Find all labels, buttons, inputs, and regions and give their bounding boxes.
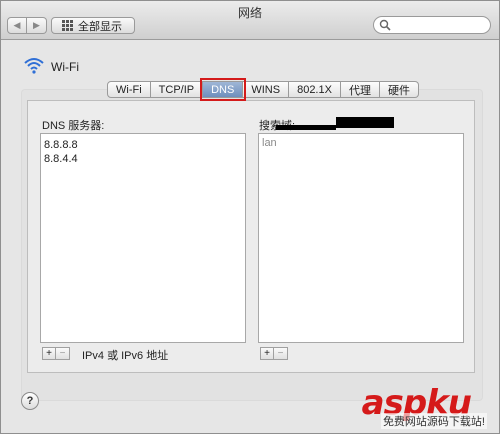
address-hint: IPv4 或 IPv6 地址: [82, 350, 169, 362]
wifi-icon: [24, 58, 44, 74]
tab-wins[interactable]: WINS: [243, 81, 290, 98]
redaction-bar: [276, 125, 336, 130]
dns-settings-panel: DNS 服务器: 8.8.8.8 8.8.4.4 + − IPv4 或 IPv6…: [27, 100, 475, 373]
chevron-left-icon: ◀: [13, 20, 21, 30]
tab-bar: Wi-Fi TCP/IP DNS WINS 802.1X 代理 硬件: [107, 78, 419, 101]
remove-dns-server-button[interactable]: −: [56, 347, 70, 360]
dns-servers-list[interactable]: 8.8.8.8 8.8.4.4: [40, 133, 246, 343]
interface-name: Wi-Fi: [51, 60, 79, 74]
show-all-button[interactable]: 全部显示: [51, 17, 135, 34]
back-button[interactable]: ◀: [7, 17, 27, 34]
tab-proxy[interactable]: 代理: [340, 81, 380, 98]
dns-server-item[interactable]: 8.8.8.8: [41, 138, 245, 152]
help-button[interactable]: ?: [21, 392, 39, 410]
search-input[interactable]: [373, 16, 491, 34]
search-domains-list[interactable]: lan: [258, 133, 464, 343]
redaction-bar: [336, 117, 394, 128]
forward-button[interactable]: ▶: [27, 17, 47, 34]
nav-buttons: ◀ ▶: [7, 17, 47, 34]
dns-servers-label: DNS 服务器:: [42, 120, 105, 132]
grid-icon: [62, 20, 73, 31]
tab-hardware[interactable]: 硬件: [379, 81, 419, 98]
add-search-domain-button[interactable]: +: [260, 347, 274, 360]
dns-servers-controls: + −: [42, 347, 70, 360]
watermark-subtitle: 免费网站源码下载站!: [380, 413, 487, 429]
tab-dns[interactable]: DNS: [200, 78, 247, 101]
toolbar: 网络 ◀ ▶ 全部显示: [1, 1, 499, 40]
tab-tcpip[interactable]: TCP/IP: [150, 81, 204, 98]
tab-8021x[interactable]: 802.1X: [289, 81, 341, 98]
tab-wifi[interactable]: Wi-Fi: [107, 81, 151, 98]
search-domains-controls: + −: [260, 347, 288, 360]
remove-search-domain-button[interactable]: −: [274, 347, 288, 360]
search-icon: [379, 19, 391, 31]
network-preferences-window: 网络 ◀ ▶ 全部显示 Wi-Fi Wi-Fi TCP/IP DNS WINS: [0, 0, 500, 434]
show-all-label: 全部显示: [78, 20, 122, 33]
search-domain-item[interactable]: lan: [259, 136, 463, 150]
add-dns-server-button[interactable]: +: [42, 347, 56, 360]
chevron-right-icon: ▶: [33, 20, 40, 30]
dns-server-item[interactable]: 8.8.4.4: [41, 152, 245, 166]
